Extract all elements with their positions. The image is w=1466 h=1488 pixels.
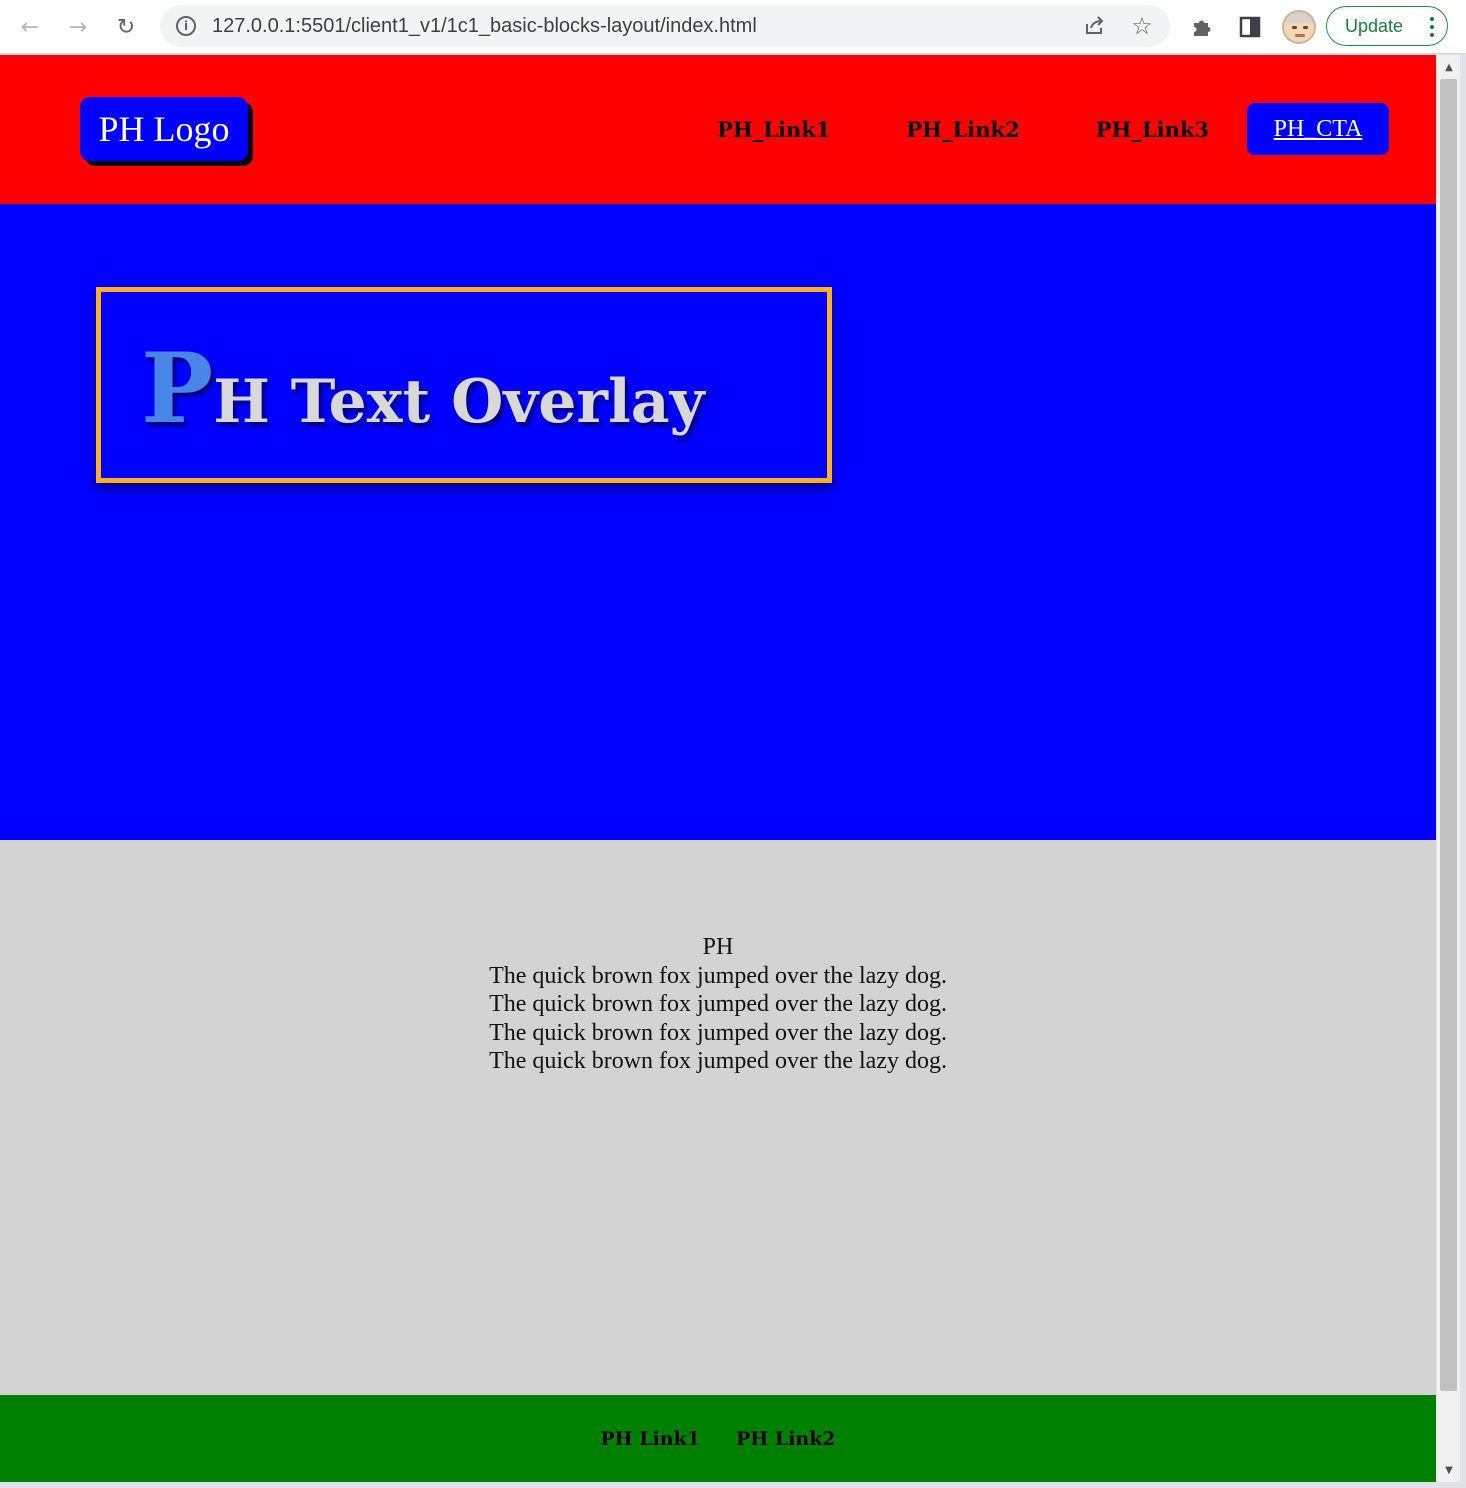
forward-button[interactable]: → (60, 9, 96, 45)
info-icon[interactable]: i (176, 16, 196, 36)
scroll-down-icon[interactable]: ▼ (1437, 1460, 1461, 1480)
nav-link-2[interactable]: PH_Link2 (906, 117, 1019, 142)
content-heading: PH (702, 934, 734, 960)
text-overlay-box: PH Text Overlay (96, 287, 832, 483)
avatar[interactable] (1282, 10, 1316, 44)
content-line: The quick brown fox jumped over the lazy… (489, 1048, 947, 1075)
hero-title-initial: P (141, 332, 214, 445)
reload-icon: ↻ (116, 14, 136, 40)
reload-button[interactable]: ↻ (108, 9, 144, 45)
logo[interactable]: PH Logo (80, 97, 248, 161)
url-text[interactable]: 127.0.0.1:5501/client1_v1/1c1_basic-bloc… (212, 15, 757, 38)
window-edge-bottom (0, 1482, 1466, 1488)
arrow-right-icon: → (68, 14, 88, 40)
site-header: PH Logo PH_Link1 PH_Link2 PH_Link3 PH_CT… (0, 55, 1436, 204)
scroll-thumb[interactable] (1440, 79, 1457, 1391)
share-icon[interactable] (1080, 12, 1108, 40)
address-bar[interactable]: i 127.0.0.1:5501/client1_v1/1c1_basic-bl… (160, 5, 1170, 47)
content-text: PH The quick brown fox jumped over the l… (0, 933, 1436, 1076)
content-line: The quick brown fox jumped over the lazy… (489, 962, 947, 989)
update-button[interactable]: Update (1326, 6, 1448, 46)
side-panel-icon[interactable] (1234, 11, 1266, 43)
hero-section: PH Text Overlay (0, 204, 1436, 840)
vertical-scrollbar[interactable]: ▲ ▼ (1436, 55, 1460, 1482)
kebab-menu-icon[interactable] (1430, 17, 1434, 37)
hero-title: PH Text Overlay (141, 341, 705, 438)
main-nav: PH_Link1 PH_Link2 PH_Link3 PH_CTA (717, 103, 1389, 155)
window-edge (1460, 55, 1466, 1488)
hero-title-rest: H Text Overlay (213, 367, 705, 437)
puzzle-icon[interactable] (1186, 11, 1218, 43)
content-section: PH The quick brown fox jumped over the l… (0, 840, 1436, 1395)
star-icon[interactable]: ☆ (1128, 12, 1156, 40)
scroll-up-icon[interactable]: ▲ (1437, 57, 1461, 77)
footer-link-1[interactable]: PH Link1 (600, 1428, 700, 1450)
arrow-left-icon: ← (20, 14, 40, 40)
browser-toolbar: ← → ↻ i 127.0.0.1:5501/client1_v1/1c1_ba… (0, 0, 1466, 54)
page-viewport: PH Logo PH_Link1 PH_Link2 PH_Link3 PH_CT… (0, 55, 1436, 1482)
nav-link-3[interactable]: PH_Link3 (1096, 117, 1209, 142)
back-button[interactable]: ← (12, 9, 48, 45)
site-footer: PH Link1 PH Link2 (0, 1395, 1436, 1482)
content-line: The quick brown fox jumped over the lazy… (489, 1019, 947, 1046)
nav-link-1[interactable]: PH_Link1 (717, 117, 830, 142)
footer-link-2[interactable]: PH Link2 (736, 1428, 836, 1450)
update-label: Update (1345, 15, 1404, 36)
content-line: The quick brown fox jumped over the lazy… (489, 991, 947, 1018)
cta-button[interactable]: PH_CTA (1247, 103, 1389, 155)
